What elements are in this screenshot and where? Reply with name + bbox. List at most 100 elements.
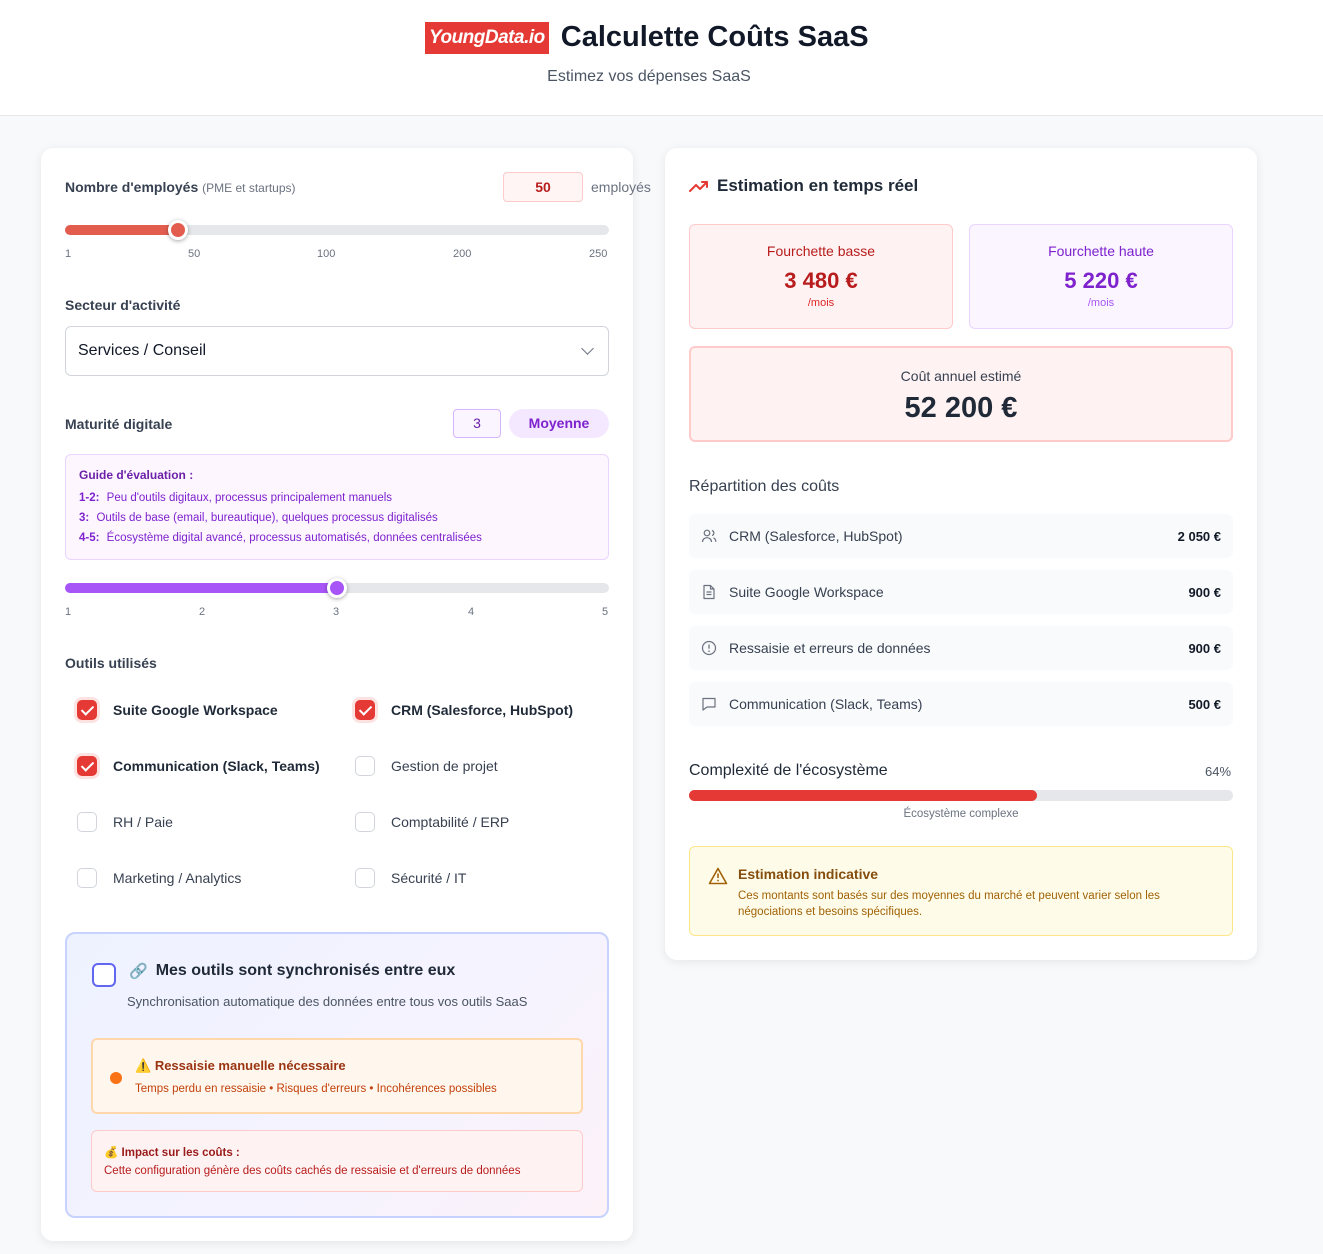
sync-panel: 🔗 Mes outils sont synchronisés entre eux… <box>65 932 609 1218</box>
employees-slider-thumb[interactable] <box>167 220 188 240</box>
low-range-label: Fourchette basse <box>766 243 876 259</box>
maturity-input[interactable]: 3 <box>453 409 501 438</box>
cost-value: 900 € <box>1188 640 1221 656</box>
checkbox-checked-icon[interactable] <box>77 700 97 720</box>
note-title: Estimation indicative <box>738 866 879 882</box>
tools-label: Outils utilisés <box>65 655 157 671</box>
employees-tick: 1 <box>65 248 72 260</box>
employees-slider[interactable] <box>65 220 609 240</box>
complexity-caption: Écosystème complexe <box>903 808 1019 820</box>
complexity-bar <box>689 790 1233 801</box>
annual-cost-label: Coût annuel estimé <box>900 368 1022 384</box>
high-range-label: Fourchette haute <box>1048 243 1154 259</box>
checkbox-icon[interactable] <box>355 868 375 888</box>
maturity-slider-thumb[interactable] <box>327 578 347 598</box>
tool-checkbox-erp[interactable]: Comptabilité / ERP <box>355 812 509 832</box>
employees-label-text: Nombre d'employés <box>65 179 199 195</box>
tool-label: Sécurité / IT <box>391 870 467 886</box>
cost-value: 2 050 € <box>1177 528 1221 544</box>
cost-row: Suite Google Workspace 900 € <box>689 570 1233 614</box>
employees-input[interactable]: 50 <box>503 172 583 202</box>
checkbox-icon[interactable] <box>77 812 97 832</box>
employees-label: Nombre d'employés (PME et startups) <box>65 179 296 195</box>
tool-label: RH / Paie <box>113 814 173 830</box>
sync-title[interactable]: 🔗 Mes outils sont synchronisés entre eux <box>129 962 455 980</box>
annual-cost-value: 52 200 € <box>904 392 1018 424</box>
guide-line: 4-5: Écosystème digital avancé, processu… <box>79 528 595 548</box>
sector-select[interactable]: Services / Conseil <box>65 326 609 376</box>
cost-impact-box: 💰 Impact sur les coûts : Cette configura… <box>91 1130 583 1192</box>
estimate-card: Estimation en temps réel Fourchette bass… <box>665 148 1257 960</box>
maturity-tick: 4 <box>468 606 475 618</box>
tool-checkbox-hr[interactable]: RH / Paie <box>77 812 173 832</box>
complexity-bar-fill <box>689 790 1038 801</box>
sync-checkbox[interactable] <box>92 963 116 987</box>
guide-range: 1-2: <box>79 492 100 504</box>
cost-name: CRM (Salesforce, HubSpot) <box>729 528 903 544</box>
cost-name: Ressaisie et erreurs de données <box>729 640 931 656</box>
checkbox-icon[interactable] <box>77 868 97 888</box>
sector-label: Secteur d'activité <box>65 297 181 313</box>
tool-checkbox-project[interactable]: Gestion de projet <box>355 756 498 776</box>
tool-label: Communication (Slack, Teams) <box>113 758 320 774</box>
tool-label: CRM (Salesforce, HubSpot) <box>391 702 574 718</box>
employees-tick: 50 <box>188 248 201 260</box>
link-icon: 🔗 <box>129 963 148 980</box>
tool-checkbox-crm[interactable]: CRM (Salesforce, HubSpot) <box>355 700 573 720</box>
breakdown-title: Répartition des coûts <box>689 478 840 495</box>
warning-triangle-icon <box>708 867 728 885</box>
alert-circle-icon <box>701 640 717 656</box>
maturity-tick: 3 <box>333 606 340 618</box>
cost-row: Ressaisie et erreurs de données 900 € <box>689 626 1233 670</box>
tool-label: Gestion de projet <box>391 758 498 774</box>
app-header: YoungData.io Calculette Coûts SaaS Estim… <box>0 0 1323 116</box>
disclaimer-note: Estimation indicative Ces montants sont … <box>689 846 1233 936</box>
maturity-tick: 5 <box>602 606 609 618</box>
tool-checkbox-marketing[interactable]: Marketing / Analytics <box>77 868 241 888</box>
tool-checkbox-security[interactable]: Sécurité / IT <box>355 868 466 888</box>
low-range-value: 3 480 € <box>784 268 858 293</box>
guide-text: Peu d'outils digitaux, processus princip… <box>106 492 393 504</box>
complexity-title: Complexité de l'écosystème <box>689 762 888 779</box>
page-title: Calculette Coûts SaaS <box>560 21 869 53</box>
guide-title: Guide d'évaluation : <box>79 468 194 482</box>
estimate-title-text: Estimation en temps réel <box>717 176 919 195</box>
high-range-value: 5 220 € <box>1064 268 1138 293</box>
employees-slider-fill <box>65 225 178 235</box>
employees-tick: 100 <box>317 248 336 260</box>
money-bag-icon: 💰 <box>104 1147 119 1159</box>
checkbox-icon[interactable] <box>355 812 375 832</box>
employees-tick: 200 <box>453 248 472 260</box>
users-icon <box>701 529 717 543</box>
estimate-title: Estimation en temps réel <box>689 176 918 196</box>
employees-hint: (PME et startups) <box>202 181 296 195</box>
tool-checkbox-communication[interactable]: Communication (Slack, Teams) <box>77 756 320 776</box>
guide-line: 3: Outils de base (email, bureautique), … <box>79 508 595 528</box>
maturity-guide: Guide d'évaluation : 1-2: Peu d'outils d… <box>65 454 609 560</box>
checkbox-checked-icon[interactable] <box>77 756 97 776</box>
warning-icon: ⚠️ <box>135 1058 152 1073</box>
low-range-box: Fourchette basse 3 480 € /mois <box>689 224 953 329</box>
tool-checkbox-google-workspace[interactable]: Suite Google Workspace <box>77 700 278 720</box>
warning-description: Temps perdu en ressaisie • Risques d'err… <box>135 1083 497 1095</box>
manual-entry-warning: ⚠️ Ressaisie manuelle nécessaire Temps p… <box>91 1038 583 1114</box>
employees-tick: 250 <box>589 248 608 260</box>
settings-card: Nombre d'employés (PME et startups) 50 e… <box>41 148 651 1241</box>
sector-selected-value: Services / Conseil <box>78 342 207 359</box>
impact-description: Cette configuration génère des coûts cac… <box>104 1165 521 1177</box>
cost-name: Communication (Slack, Teams) <box>729 696 923 712</box>
cost-name: Suite Google Workspace <box>729 584 884 600</box>
tool-label: Marketing / Analytics <box>113 870 242 886</box>
note-description: Ces montants sont basés sur des moyennes… <box>738 890 1160 918</box>
guide-text: Écosystème digital avancé, processus aut… <box>106 532 482 544</box>
impact-title-text: Impact sur les coûts : <box>121 1147 240 1159</box>
checkbox-checked-icon[interactable] <box>355 700 375 720</box>
checkbox-icon[interactable] <box>355 756 375 776</box>
maturity-tick: 1 <box>65 606 72 618</box>
maturity-slider[interactable] <box>65 578 609 598</box>
sync-title-text: Mes outils sont synchronisés entre eux <box>155 962 456 979</box>
status-dot-icon <box>110 1072 122 1084</box>
maturity-slider-fill <box>65 583 337 593</box>
cost-row: Communication (Slack, Teams) 500 € <box>689 682 1233 726</box>
brand: YoungData.io Calculette Coûts SaaS <box>425 21 869 54</box>
